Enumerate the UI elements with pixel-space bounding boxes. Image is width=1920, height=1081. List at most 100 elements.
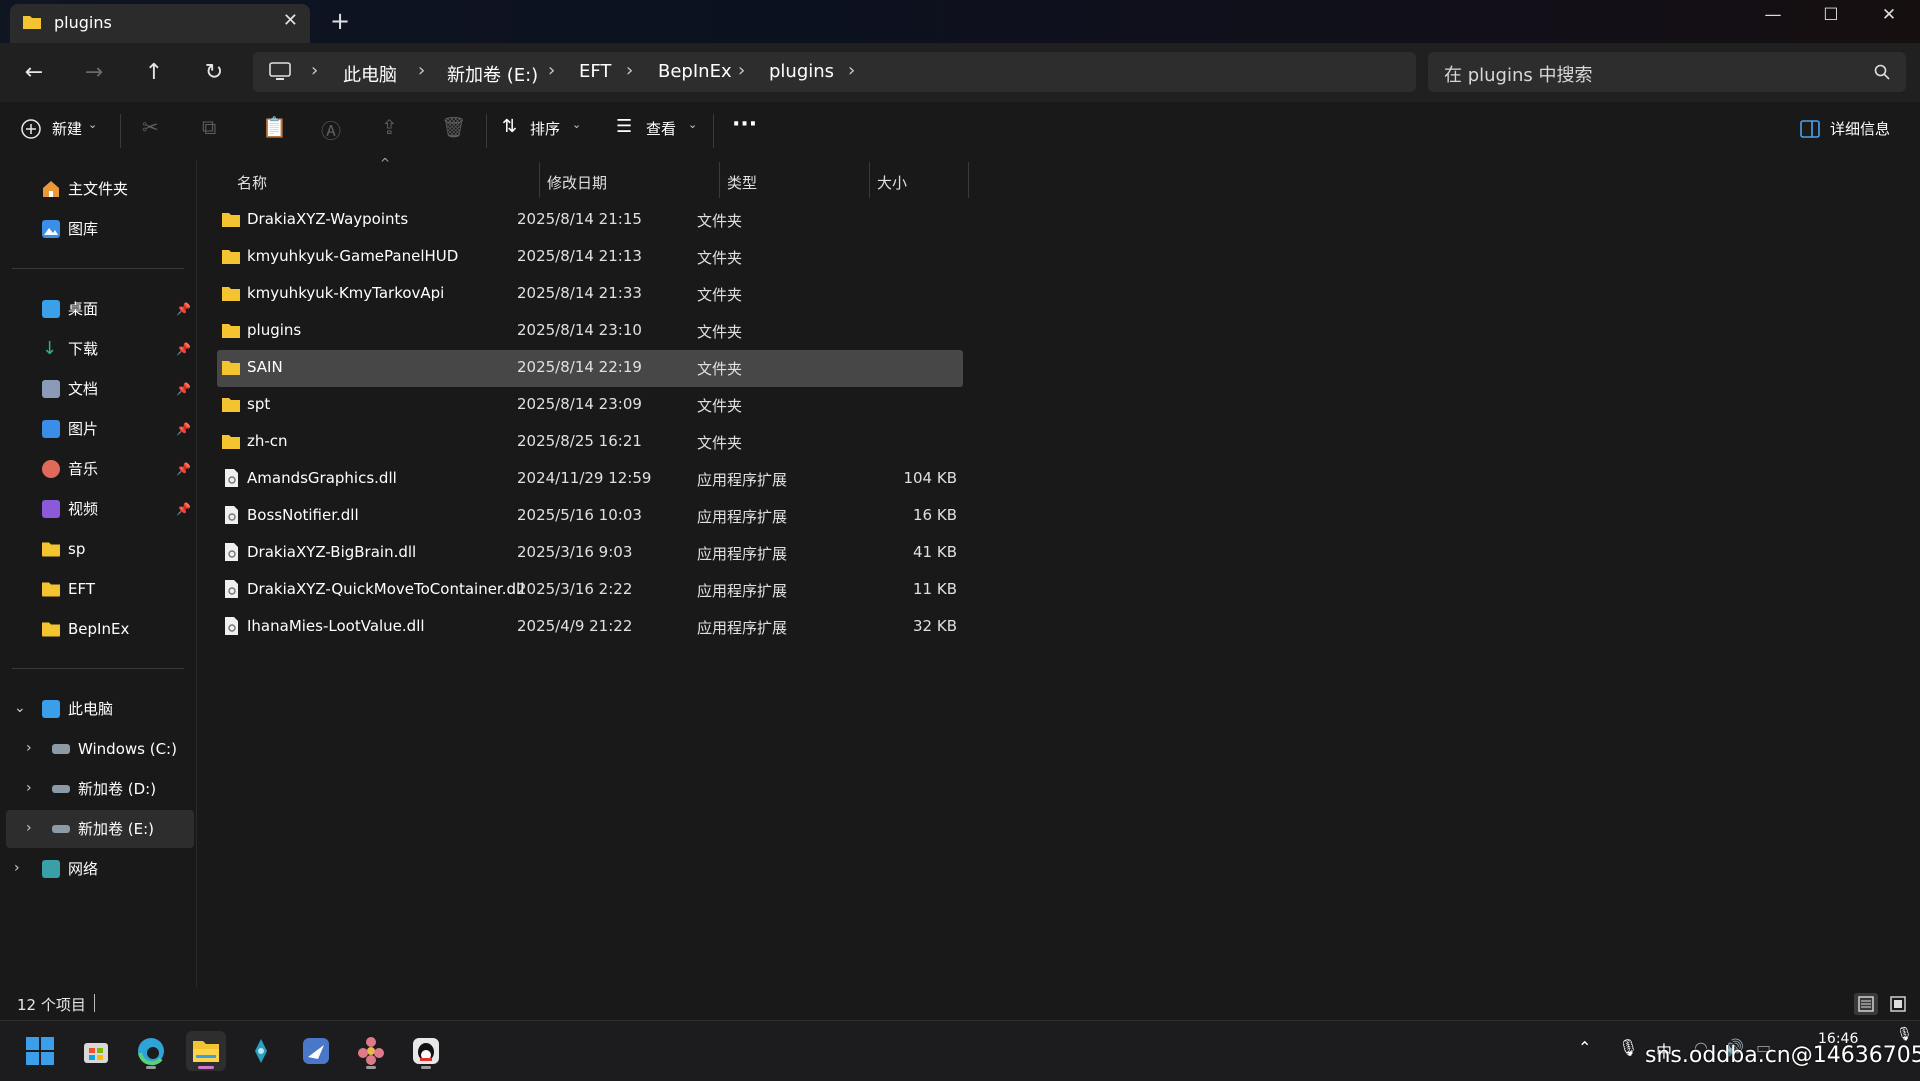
tab-close-icon[interactable]: ✕ bbox=[283, 10, 298, 31]
status-bar: 12 个项目 bbox=[0, 987, 1920, 1020]
new-button[interactable]: 新建 ⌄ bbox=[20, 116, 106, 146]
back-button[interactable]: ← bbox=[16, 55, 52, 91]
table-row[interactable]: spt 2025/8/14 23:09 文件夹 bbox=[217, 387, 963, 424]
tab-plugins[interactable]: plugins ✕ bbox=[10, 4, 310, 43]
paste-icon[interactable]: 📋 bbox=[262, 115, 287, 139]
more-options-button[interactable]: ··· bbox=[732, 112, 757, 137]
refresh-button[interactable]: ↻ bbox=[196, 55, 232, 91]
chevron-right-icon: › bbox=[626, 60, 634, 81]
table-row[interactable]: DrakiaXYZ-BigBrain.dll 2025/3/16 9:03 应用程序… bbox=[217, 535, 963, 572]
chevron-right-icon: › bbox=[548, 60, 556, 81]
table-row[interactable]: DrakiaXYZ-Waypoints 2025/8/14 21:15 文件夹 bbox=[217, 202, 963, 239]
chevron-right-icon[interactable]: › bbox=[848, 60, 855, 81]
table-row[interactable]: IhanaMies-LootValue.dll 2025/4/9 21:22 应用程… bbox=[217, 609, 963, 646]
pin-icon[interactable]: 📌 bbox=[176, 422, 191, 436]
navigation-bar: ← → ↑ ↻ › 此电脑 › 新加卷 (E:) › EFT › BepInEx… bbox=[0, 43, 1920, 102]
pin-icon[interactable]: 📌 bbox=[176, 342, 191, 356]
taskbar-feishu[interactable] bbox=[296, 1031, 336, 1071]
sidebar-item-label: 图库 bbox=[68, 220, 99, 238]
tiles-view-button[interactable] bbox=[1886, 993, 1910, 1015]
pin-icon[interactable]: 📌 bbox=[176, 382, 191, 396]
file-type: 应用程序扩展 bbox=[697, 619, 788, 637]
taskbar-qq[interactable] bbox=[406, 1031, 446, 1071]
chevron-right-icon[interactable]: › bbox=[26, 820, 32, 836]
chevron-right-icon[interactable]: › bbox=[26, 740, 32, 756]
breadcrumb-this-pc[interactable]: 此电脑 bbox=[343, 61, 397, 87]
qq-icon bbox=[413, 1038, 439, 1064]
toolbar-divider bbox=[486, 114, 487, 148]
breadcrumb-drive-e[interactable]: 新加卷 (E:) bbox=[447, 61, 538, 87]
mic-status-icon[interactable]: 🎙 bbox=[1896, 1027, 1913, 1042]
column-header-size[interactable]: 大小 bbox=[877, 168, 907, 198]
column-header-name[interactable]: 名称 bbox=[237, 168, 267, 198]
file-list: ^ 名称 修改日期 类型 大小 DrakiaXYZ-Waypoints 2025/… bbox=[197, 156, 1920, 987]
file-date: 2025/8/14 21:33 bbox=[517, 284, 642, 302]
breadcrumb-plugins[interactable]: plugins bbox=[769, 61, 834, 82]
taskbar-store[interactable] bbox=[76, 1031, 116, 1071]
up-button[interactable]: ↑ bbox=[136, 55, 172, 91]
sidebar-item-label: BepInEx bbox=[68, 620, 130, 638]
sidebar-item-desktop[interactable]: 桌面 bbox=[42, 290, 194, 328]
forward-button[interactable]: → bbox=[76, 55, 112, 91]
pin-icon[interactable]: 📌 bbox=[176, 502, 191, 516]
taskbar: ⌃ 🎙 中 ◠ 🔊 ▭ 16:46 🎙 bbox=[0, 1020, 1920, 1081]
details-view-button[interactable] bbox=[1854, 993, 1878, 1015]
table-row[interactable]: AmandsGraphics.dll 2024/11/29 12:59 应用程序扩展… bbox=[217, 461, 963, 498]
home-icon bbox=[43, 181, 59, 197]
sidebar-item-label: 网络 bbox=[68, 860, 99, 878]
column-header-date[interactable]: 修改日期 bbox=[547, 168, 607, 198]
computer-icon bbox=[269, 62, 291, 80]
column-divider[interactable] bbox=[869, 162, 870, 198]
taskbar-file-explorer[interactable] bbox=[186, 1031, 226, 1071]
search-box[interactable]: 在 plugins 中搜索 bbox=[1428, 52, 1906, 92]
microphone-icon[interactable]: 🎙 bbox=[1618, 1038, 1638, 1057]
sort-label: 排序 bbox=[530, 120, 561, 138]
rename-icon[interactable]: Ⓐ bbox=[321, 115, 341, 144]
command-bar: 新建 ⌄ ✂ ⧉ 📋 Ⓐ ⇪ 🗑 ⇅ 排序 ⌄ ☰ 查看 ⌄ ··· 详细信息 bbox=[0, 102, 1920, 161]
chevron-right-icon[interactable]: › bbox=[14, 860, 20, 876]
pin-icon[interactable]: 📌 bbox=[176, 302, 191, 316]
column-divider[interactable] bbox=[968, 162, 969, 198]
table-row[interactable]: zh-cn 2025/8/25 16:21 文件夹 bbox=[217, 424, 963, 461]
breadcrumb-bepinex[interactable]: BepInEx bbox=[658, 61, 732, 82]
table-row[interactable]: kmyuhkyuk-KmyTarkovApi 2025/8/14 21:33 文件夹 bbox=[217, 276, 963, 313]
search-icon[interactable] bbox=[1874, 64, 1890, 80]
search-input[interactable]: 在 plugins 中搜索 bbox=[1444, 61, 1593, 87]
chevron-down-icon[interactable]: ⌄ bbox=[14, 700, 26, 716]
taskbar-edge[interactable] bbox=[131, 1031, 171, 1071]
taskbar-app-flower[interactable] bbox=[351, 1031, 391, 1071]
table-row[interactable]: BossNotifier.dll 2025/5/16 10:03 应用程序扩展 16 … bbox=[217, 498, 963, 535]
close-button[interactable]: ✕ bbox=[1860, 0, 1918, 36]
delete-icon[interactable]: 🗑 bbox=[441, 115, 466, 139]
column-header-type[interactable]: 类型 bbox=[727, 168, 757, 198]
maximize-button[interactable]: ☐ bbox=[1802, 0, 1860, 36]
table-row[interactable]: kmyuhkyuk-GamePanelHUD 2025/8/14 21:13 文件夹 bbox=[217, 239, 963, 276]
column-divider[interactable] bbox=[719, 162, 720, 198]
chevron-right-icon[interactable]: › bbox=[26, 780, 32, 796]
cut-icon[interactable]: ✂ bbox=[142, 115, 159, 139]
view-button[interactable]: ☰ 查看 ⌄ bbox=[616, 116, 706, 146]
file-type: 文件夹 bbox=[697, 249, 743, 267]
table-row[interactable]: plugins 2025/8/14 23:10 文件夹 bbox=[217, 313, 963, 350]
file-name: DrakiaXYZ-BigBrain.dll bbox=[247, 543, 417, 561]
address-bar[interactable]: › 此电脑 › 新加卷 (E:) › EFT › BepInEx › plugi… bbox=[253, 52, 1416, 92]
file-type: 应用程序扩展 bbox=[697, 471, 788, 489]
table-row[interactable]: SAIN 2025/8/14 22:19 文件夹 bbox=[217, 350, 963, 387]
pin-icon[interactable]: 📌 bbox=[176, 462, 191, 476]
start-button[interactable] bbox=[20, 1031, 60, 1071]
table-row[interactable]: DrakiaXYZ-QuickMoveToContainer.dll 2025/3… bbox=[217, 572, 963, 609]
details-pane-button[interactable]: 详细信息 bbox=[1800, 116, 1900, 146]
taskbar-app-blue[interactable] bbox=[241, 1031, 281, 1071]
column-divider[interactable] bbox=[539, 162, 540, 198]
sort-button[interactable]: ⇅ 排序 ⌄ bbox=[502, 116, 592, 146]
new-tab-button[interactable]: + bbox=[330, 7, 350, 35]
sidebar-item-label: 下载 bbox=[68, 340, 99, 358]
running-indicator bbox=[421, 1066, 431, 1069]
sidebar-item-label: 新加卷 (D:) bbox=[78, 780, 157, 798]
share-icon[interactable]: ⇪ bbox=[381, 115, 398, 139]
sidebar-item-label: 此电脑 bbox=[68, 700, 114, 718]
show-hidden-icons-chevron[interactable]: ⌃ bbox=[1578, 1038, 1591, 1057]
breadcrumb-eft[interactable]: EFT bbox=[579, 61, 611, 82]
minimize-button[interactable]: — bbox=[1744, 0, 1802, 36]
copy-icon[interactable]: ⧉ bbox=[202, 115, 216, 139]
